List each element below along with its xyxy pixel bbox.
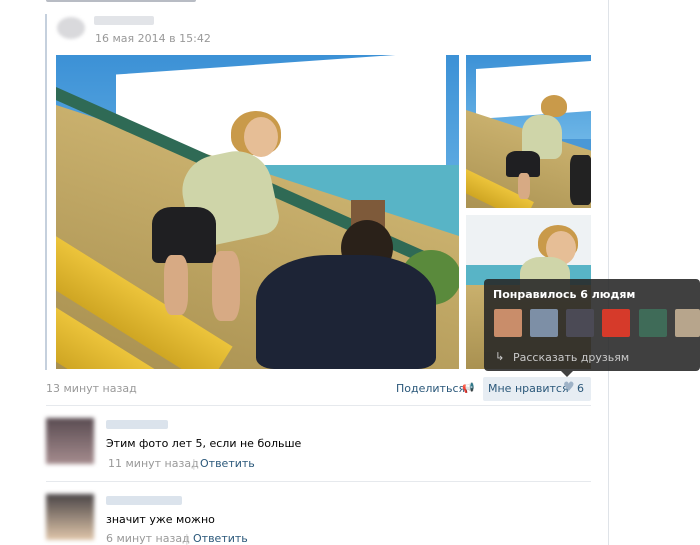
divider [46,481,591,482]
liker-avatar[interactable] [639,309,667,337]
liker-avatar[interactable] [566,309,594,337]
like-count: 6 [577,382,584,395]
liker-avatar[interactable] [602,309,630,337]
post-date[interactable]: 16 мая 2014 в 15:42 [95,32,211,45]
photo-thumbnail-1[interactable] [466,55,591,208]
comment-text: значит уже можно [106,513,215,526]
commenter-avatar[interactable] [46,418,94,464]
likes-popup: Понравилось 6 людям ↳ Рассказать друзьям [484,279,700,371]
divider [46,405,591,406]
liker-avatar[interactable] [530,309,558,337]
previous-post-fragment [0,0,300,6]
liker-avatar[interactable] [675,309,700,337]
commenter-name-blurred[interactable] [106,420,168,429]
megaphone-icon[interactable]: 📢 [462,383,474,394]
separator: | [192,457,196,470]
commenter-avatar[interactable] [46,494,94,540]
separator: | [185,532,189,545]
comment-text: Этим фото лет 5, если не больше [106,437,302,450]
heart-icon: ♥ [563,380,575,395]
comment-time[interactable]: 11 минут назад [108,457,199,470]
popup-arrow [561,371,573,377]
popup-title[interactable]: Понравилось 6 людям [493,288,635,301]
liker-avatar[interactable] [494,309,522,337]
share-link[interactable]: Поделиться [396,382,465,395]
repost-bar [45,14,47,370]
share-arrow-icon[interactable]: ↳ [495,350,504,363]
main-photo[interactable] [56,55,459,369]
commenter-name-blurred[interactable] [106,496,182,505]
author-avatar[interactable] [57,17,85,39]
reply-link[interactable]: Ответить [193,532,248,545]
comment-time[interactable]: 6 минут назад [106,532,190,545]
tell-friends-link[interactable]: Рассказать друзьям [513,351,629,364]
blurred-text [46,0,196,2]
like-button[interactable]: Мне нравится ♥ 6 [483,377,591,401]
post-time[interactable]: 13 минут назад [46,382,137,395]
like-label: Мне нравится [488,382,569,395]
author-name-blurred[interactable] [94,16,154,25]
reply-link[interactable]: Ответить [200,457,255,470]
column-border [608,0,609,545]
